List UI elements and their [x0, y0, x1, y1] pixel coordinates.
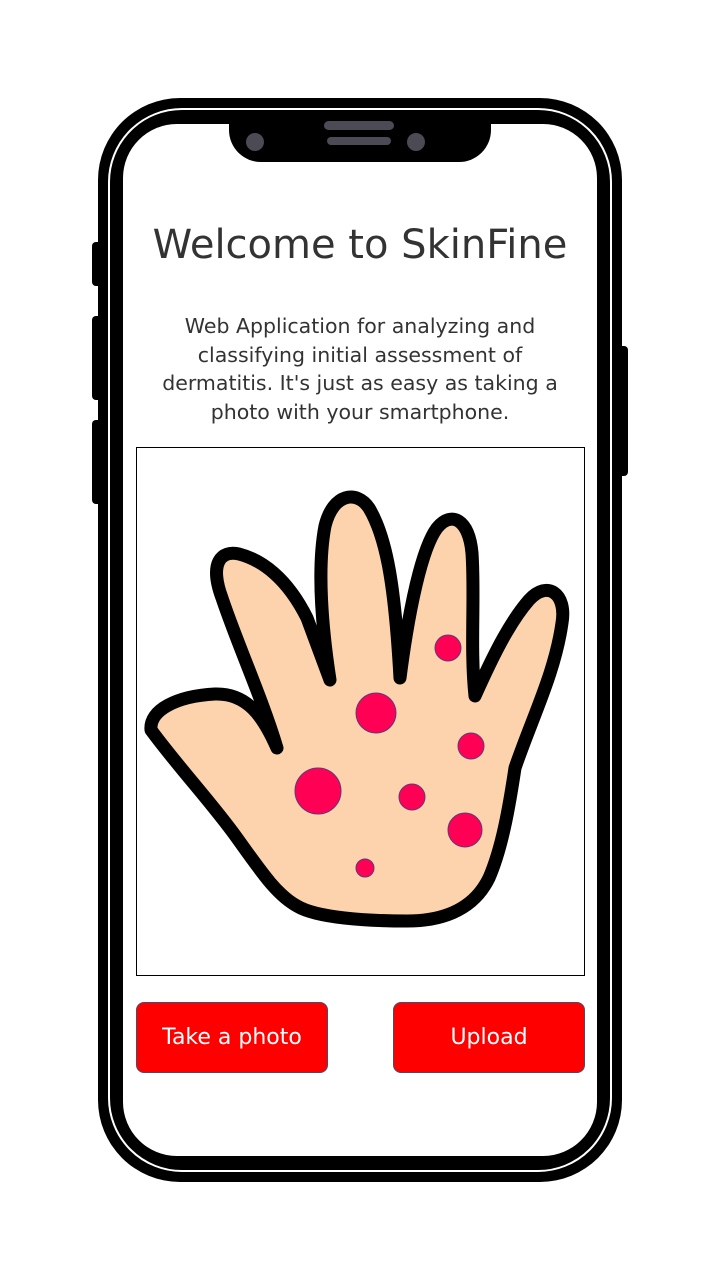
- page-title: Welcome to SkinFine: [152, 222, 568, 268]
- speaker-grille: [327, 137, 391, 145]
- rash-spot: [294, 767, 342, 815]
- speaker-grille: [324, 121, 394, 130]
- front-camera-icon: [246, 133, 264, 151]
- rash-spot: [457, 732, 485, 760]
- app-stage: Welcome to SkinFine Web Application for …: [0, 0, 720, 1280]
- rash-spot: [355, 858, 375, 878]
- rash-spot: [447, 812, 483, 848]
- hand-with-rash-icon: [144, 490, 570, 928]
- illustration-frame: [136, 447, 585, 976]
- rash-spot: [398, 783, 426, 811]
- upload-button[interactable]: Upload: [393, 1002, 585, 1073]
- app-description: Web Application for analyzing and classi…: [162, 314, 558, 424]
- sensor-icon: [407, 133, 425, 151]
- take-photo-button[interactable]: Take a photo: [136, 1002, 328, 1073]
- rash-spot: [355, 692, 397, 734]
- rash-spot: [434, 634, 462, 662]
